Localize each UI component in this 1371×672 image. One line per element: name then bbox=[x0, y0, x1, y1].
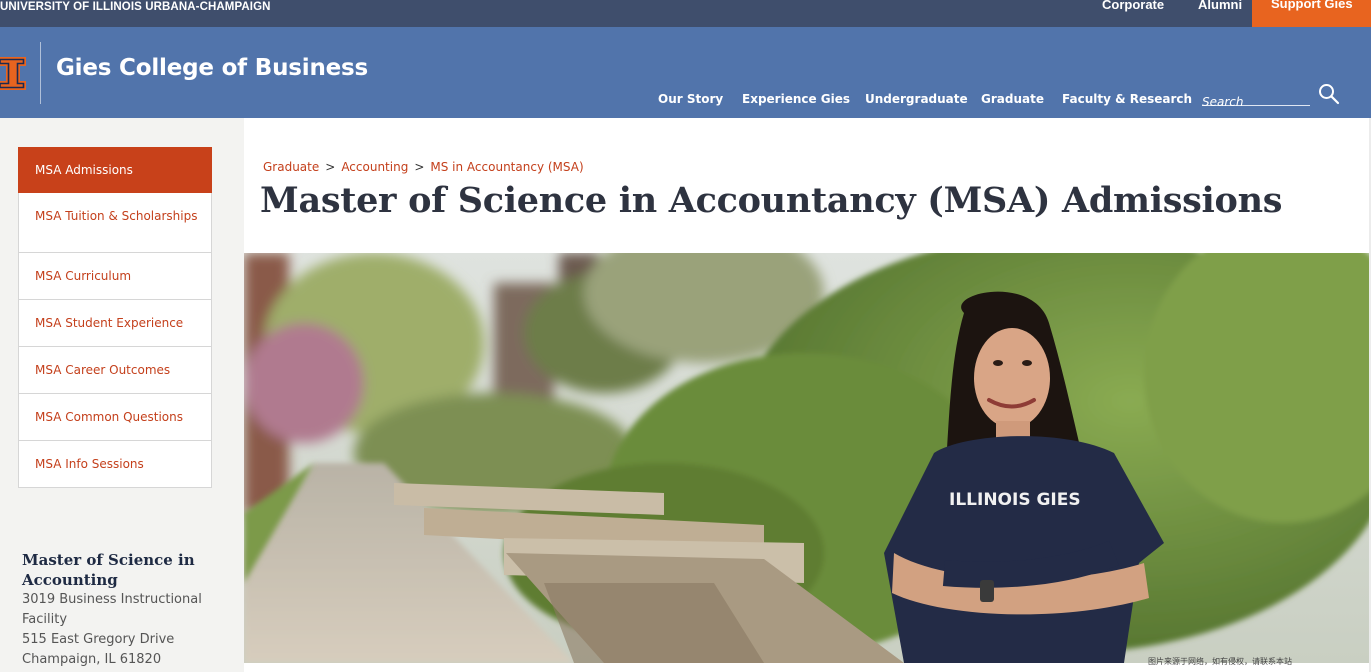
breadcrumb-separator: > bbox=[325, 160, 336, 174]
corporate-link[interactable]: Corporate bbox=[1102, 0, 1164, 12]
search-field bbox=[1202, 91, 1310, 109]
address-line: 3019 Business Instructional bbox=[22, 592, 202, 607]
sidebar-item-label: MSA Common Questions bbox=[35, 410, 184, 424]
sidebar-item-label: MSA Career Outcomes bbox=[35, 363, 171, 377]
address-line: Facility bbox=[22, 612, 68, 627]
sidebar-item-msa-common-questions[interactable]: MSA Common Questions bbox=[18, 394, 212, 441]
university-link[interactable]: UNIVERSITY OF ILLINOIS URBANA-CHAMPAIGN bbox=[0, 0, 271, 14]
header-divider bbox=[40, 42, 41, 104]
sidebar-item-label: MSA Admissions bbox=[35, 163, 133, 177]
page-title: Master of Science in Accountancy (MSA) A… bbox=[260, 180, 1283, 221]
nav-our-story[interactable]: Our Story bbox=[658, 92, 723, 106]
support-gies-label: Support Gies bbox=[1271, 0, 1353, 11]
hero-photo: ILLINOIS GIES bbox=[244, 253, 1369, 663]
block-i-icon bbox=[0, 57, 26, 90]
sidebar-item-label: MSA Student Experience bbox=[35, 316, 184, 330]
college-brand-link[interactable]: Gies College of Business bbox=[56, 55, 368, 81]
section-nav: MSA Admissions MSA Tuition & Scholarship… bbox=[18, 147, 212, 488]
support-gies-button[interactable]: Support Gies bbox=[1252, 0, 1371, 27]
nav-undergraduate[interactable]: Undergraduate bbox=[865, 92, 968, 106]
nav-experience-gies[interactable]: Experience Gies bbox=[742, 92, 850, 106]
breadcrumb: Graduate > Accounting > MS in Accountancy (M… bbox=[263, 160, 584, 174]
address-title: Master of Science in Accounting bbox=[22, 551, 195, 589]
sidebar-item-label: MSA Info Sessions bbox=[35, 457, 144, 471]
sidebar-item-label: MSA Tuition & Scholarships bbox=[35, 209, 198, 223]
alumni-link[interactable]: Alumni bbox=[1198, 0, 1242, 12]
sidebar-item-msa-career-outcomes[interactable]: MSA Career Outcomes bbox=[18, 347, 212, 394]
breadcrumb-separator: > bbox=[414, 160, 425, 174]
sidebar-item-msa-tuition[interactable]: MSA Tuition & Scholarships bbox=[18, 193, 212, 253]
image-caption: 图片来源于网络，如有侵权，请联系本站 bbox=[1148, 657, 1292, 666]
nav-graduate[interactable]: Graduate bbox=[981, 92, 1044, 106]
main-content: Graduate > Accounting > MS in Accountancy (M… bbox=[244, 118, 1371, 672]
nav-faculty-research[interactable]: Faculty & Research bbox=[1062, 92, 1192, 106]
address-line: 515 East Gregory Drive bbox=[22, 632, 175, 647]
shirt-text: ILLINOIS GIES bbox=[949, 490, 1081, 510]
breadcrumb-graduate[interactable]: Graduate bbox=[263, 160, 319, 174]
utility-bar: UNIVERSITY OF ILLINOIS URBANA-CHAMPAIGN … bbox=[0, 0, 1371, 27]
sidebar-item-msa-admissions[interactable]: MSA Admissions bbox=[18, 147, 212, 193]
breadcrumb-msa[interactable]: MS in Accountancy (MSA) bbox=[430, 160, 583, 174]
site-header: Gies College of Business Our Story Exper… bbox=[0, 27, 1371, 118]
sidebar-item-label: MSA Curriculum bbox=[35, 269, 132, 283]
sidebar: MSA Admissions MSA Tuition & Scholarship… bbox=[0, 118, 244, 672]
hero-image: ILLINOIS GIES bbox=[244, 253, 1369, 663]
sidebar-item-msa-student-experience[interactable]: MSA Student Experience bbox=[18, 300, 212, 347]
sidebar-item-msa-curriculum[interactable]: MSA Curriculum bbox=[18, 253, 212, 300]
sidebar-item-msa-info-sessions[interactable]: MSA Info Sessions bbox=[18, 441, 212, 488]
address-line: Champaign, IL 61820 bbox=[22, 652, 162, 667]
search-input[interactable] bbox=[1202, 95, 1310, 109]
breadcrumb-accounting[interactable]: Accounting bbox=[341, 160, 408, 174]
search-icon[interactable] bbox=[1318, 83, 1340, 105]
